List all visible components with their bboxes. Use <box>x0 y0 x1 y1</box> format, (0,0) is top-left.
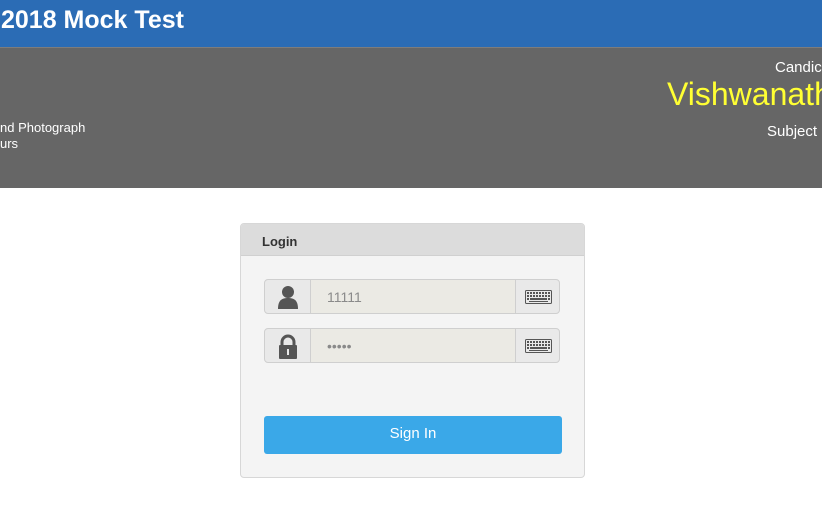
subject-label: Subject <box>767 123 818 140</box>
candidate-label: Candic <box>775 59 822 76</box>
login-panel: Login 11111 ••••• Sign In <box>240 223 585 478</box>
keyboard-icon[interactable] <box>515 279 560 314</box>
candidate-name: Vishwanath <box>667 76 822 112</box>
info-left-line-1: nd Photograph <box>0 120 86 135</box>
sign-in-button[interactable]: Sign In <box>264 416 562 454</box>
username-field-group: 11111 <box>264 279 560 314</box>
username-input[interactable]: 11111 <box>310 279 516 314</box>
password-field-group: ••••• <box>264 328 560 363</box>
info-left-line-2: urs <box>0 136 19 151</box>
login-panel-header: Login <box>241 224 584 256</box>
lock-icon <box>264 328 311 363</box>
exam-title: 2018 Mock Test <box>1 6 184 34</box>
top-header-bar: 2018 Mock Test <box>0 0 822 47</box>
user-icon <box>264 279 311 314</box>
login-panel-title: Login <box>262 234 298 249</box>
candidate-info-bar: nd Photograph urs Candic Vishwanath Subj… <box>0 47 822 188</box>
password-input[interactable]: ••••• <box>310 328 516 363</box>
keyboard-icon[interactable] <box>515 328 560 363</box>
